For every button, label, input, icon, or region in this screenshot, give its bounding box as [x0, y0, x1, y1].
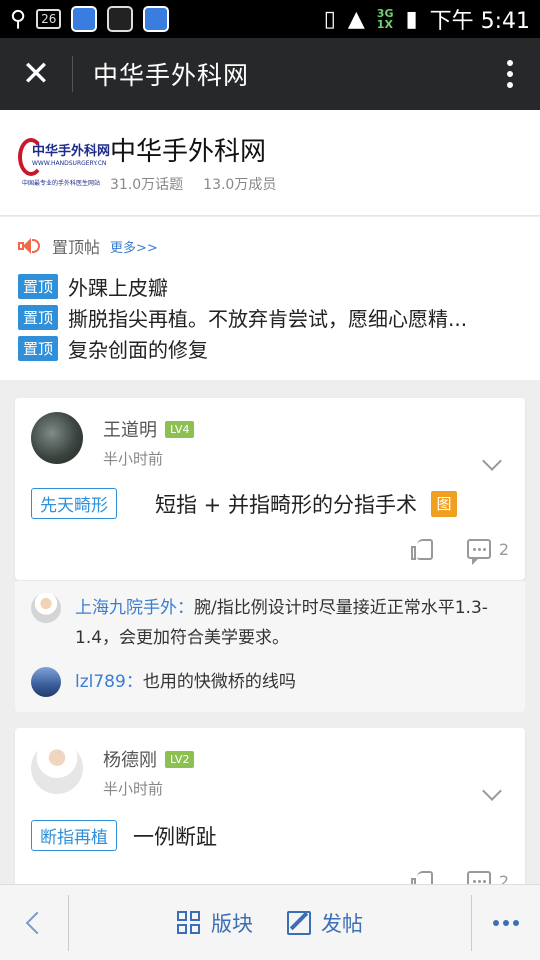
menu-dot [503, 919, 509, 926]
member-count: 13.0万成员 [203, 177, 277, 193]
chevron-down-icon[interactable] [482, 451, 502, 471]
post-title-row: 先天畸形 短指 + 并指畸形的分指手术 图 [31, 488, 457, 519]
search-icon: ⚲ [10, 6, 27, 32]
edit-icon [287, 910, 311, 935]
reply-author[interactable]: 上海九院手外： [75, 598, 194, 618]
forum-stats: 31.0万话题 13.0万成员 [110, 174, 276, 194]
post-actions: 2 [409, 536, 509, 565]
pinned-section: 置顶帖 更多>> 置顶 外踝上皮瓣 置顶 撕脱指尖再植。不放弃肯尝试，愿细心愿精… [0, 217, 540, 380]
divider [72, 56, 73, 92]
pin-tag: 置顶 [18, 305, 59, 330]
network-indicator: 3G 1X [376, 7, 394, 31]
sections-label: 版块 [211, 911, 253, 936]
reply-item[interactable]: 上海九院手外：腕/指比例设计时尽量接近正常水平1.3-1.4，会更加符合美学要求… [31, 593, 515, 653]
reply-list: 上海九院手外：腕/指比例设计时尽量接近正常水平1.3-1.4，会更加符合美学要求… [15, 580, 525, 712]
vibrate-icon: ▯ [323, 6, 336, 32]
pinned-title: 撕脱指尖再植。不放弃肯尝试，愿细心愿精... [68, 307, 468, 331]
category-tag[interactable]: 先天畸形 [31, 488, 117, 519]
reply-item[interactable]: lzl789：也用的快微桥的线吗 [31, 667, 515, 697]
app-notification-icon [107, 6, 134, 32]
post-title-row: 断指再植 一例断趾 [31, 820, 217, 851]
menu-dot [507, 60, 513, 66]
new-post-label: 发帖 [321, 911, 363, 936]
pin-tag: 置顶 [18, 336, 59, 361]
comment-button[interactable]: 2 [466, 539, 509, 565]
page-title: 中华手外科网 [93, 61, 250, 90]
chevron-left-icon [25, 911, 49, 934]
app-notification-icon [71, 6, 98, 32]
logo-bottom-text: 中国最专业的手外科医生网站 [22, 179, 101, 187]
pinned-list: 置顶 外踝上皮瓣 置顶 撕脱指尖再植。不放弃肯尝试，愿细心愿精... 置顶 复杂… [0, 257, 540, 364]
bottom-toolbar: 版块 发帖 [0, 884, 540, 960]
pinned-header: 置顶帖 更多>> [0, 217, 540, 257]
logo-subtext: WWW.HANDSURGERY.CN [32, 159, 107, 167]
pinned-item[interactable]: 置顶 外踝上皮瓣 [18, 271, 540, 302]
level-badge: LV4 [165, 420, 195, 438]
avatar[interactable] [31, 593, 61, 623]
menu-dot [513, 919, 519, 926]
app-notification-icon [143, 6, 170, 32]
reply-text: lzl789：也用的快微桥的线吗 [75, 667, 515, 697]
title-bar: ✕ 中华手外科网 [0, 38, 540, 110]
post-title[interactable]: 短指 + 并指畸形的分指手术 [155, 489, 417, 519]
pin-tag: 置顶 [18, 274, 59, 299]
avatar[interactable] [31, 412, 83, 464]
forum-header: 中华手外科网 WWW.HANDSURGERY.CN 中国最专业的手外科医生网站 … [0, 110, 540, 216]
clock: 下午 5:41 [429, 9, 530, 34]
image-badge: 图 [430, 490, 457, 517]
forum-logo[interactable]: 中华手外科网 WWW.HANDSURGERY.CN 中国最专业的手外科医生网站 [18, 130, 110, 196]
new-post-button[interactable]: 发帖 [287, 908, 363, 938]
toolbar-actions: 版块 发帖 [69, 908, 471, 938]
avatar[interactable] [31, 742, 83, 794]
level-badge: LV2 [165, 750, 195, 768]
menu-dot [493, 919, 499, 926]
pinned-title: 外踝上皮瓣 [68, 276, 169, 300]
status-bar: ⚲ 26 ▯ ▲ 3G 1X ▮ 下午 5:41 [0, 0, 540, 38]
author-name[interactable]: 杨德刚 [103, 746, 157, 772]
avatar[interactable] [31, 667, 61, 697]
sections-button[interactable]: 版块 [177, 908, 253, 938]
speaker-icon [16, 237, 42, 255]
author-name[interactable]: 王道明 [103, 416, 157, 442]
close-button[interactable]: ✕ [0, 38, 72, 110]
post-card[interactable]: 王道明 LV4 半小时前 先天畸形 短指 + 并指畸形的分指手术 图 2 [15, 398, 525, 580]
more-button[interactable] [472, 885, 540, 960]
grid-icon [177, 910, 201, 935]
more-link[interactable]: 更多>> [110, 237, 158, 256]
post-time: 半小时前 [103, 450, 164, 468]
like-icon[interactable] [409, 536, 435, 562]
pinned-title: 复杂创面的修复 [68, 338, 209, 362]
comment-icon [466, 539, 491, 565]
reply-text: 上海九院手外：腕/指比例设计时尽量接近正常水平1.3-1.4，会更加符合美学要求… [75, 593, 515, 653]
pinned-item[interactable]: 置顶 撕脱指尖再植。不放弃肯尝试，愿细心愿精... [18, 302, 540, 333]
post-title[interactable]: 一例断趾 [133, 821, 217, 851]
reply-author[interactable]: lzl789： [75, 672, 143, 692]
wifi-icon: ▲ [347, 6, 365, 32]
pinned-label: 置顶帖 [52, 238, 101, 257]
close-icon: ✕ [21, 54, 51, 94]
post-card[interactable]: 杨德刚 LV2 半小时前 断指再植 一例断趾 2 [15, 728, 525, 897]
author-row: 王道明 LV4 [103, 416, 195, 442]
logo-text: 中华手外科网 [32, 143, 111, 159]
battery-icon: ▮ [405, 6, 418, 32]
post-time: 半小时前 [103, 780, 164, 798]
pinned-item[interactable]: 置顶 复杂创面的修复 [18, 333, 540, 364]
menu-dot [507, 71, 513, 77]
reply-body: 也用的快微桥的线吗 [142, 672, 296, 692]
forum-name: 中华手外科网 [110, 137, 267, 167]
topic-count: 31.0万话题 [110, 177, 184, 193]
forum-info: 中华手外科网 31.0万话题 13.0万成员 [110, 131, 276, 194]
notification-badge: 26 [36, 9, 62, 29]
back-button[interactable] [0, 885, 68, 960]
category-tag[interactable]: 断指再植 [31, 820, 117, 851]
comment-count: 2 [498, 539, 509, 559]
menu-dot [507, 82, 513, 88]
author-row: 杨德刚 LV2 [103, 746, 195, 772]
more-menu-button[interactable] [480, 38, 540, 110]
chevron-down-icon[interactable] [482, 781, 502, 801]
